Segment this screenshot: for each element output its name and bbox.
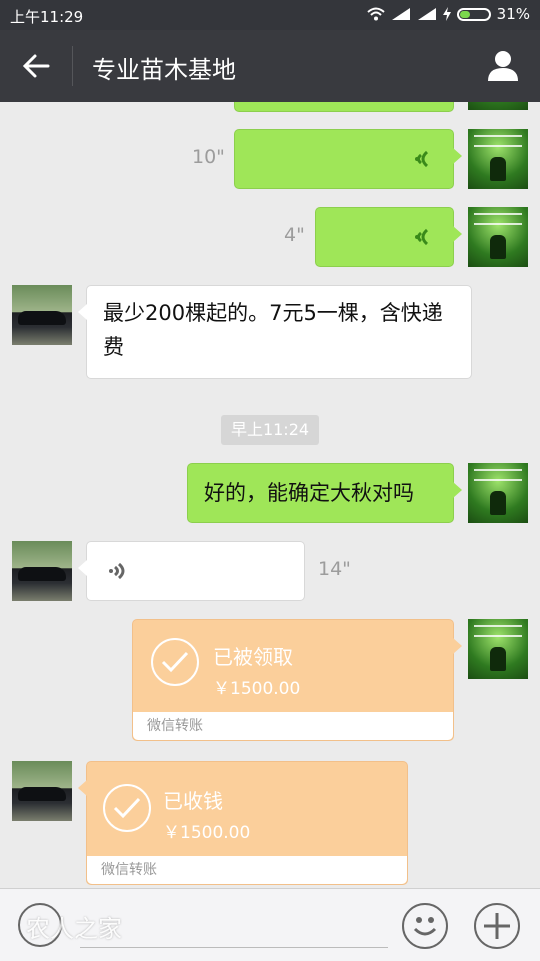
self-avatar[interactable] xyxy=(468,619,528,679)
message-text: 最少200棵起的。7元5一棵，含快递费 xyxy=(103,301,443,359)
voice-duration: 4" xyxy=(284,224,305,246)
received-transfer-card[interactable]: 已收钱 ￥1500.00 微信转账 xyxy=(78,761,408,885)
chat-area[interactable]: 10" 4" 最少200棵起的。7元5一棵，含快递费 早上11:24 好的，能确… xyxy=(0,102,540,888)
message-text: 好的，能确定大秋对吗 xyxy=(204,481,414,505)
transfer-body: 已收钱 ￥1500.00 xyxy=(87,762,407,854)
received-text-message[interactable]: 最少200棵起的。7元5一棵，含快递费 xyxy=(78,285,472,379)
message-timestamp: 早上11:24 xyxy=(221,415,319,445)
message-input[interactable] xyxy=(80,947,388,948)
sent-text-message[interactable]: 好的，能确定大秋对吗 xyxy=(187,463,462,523)
contact-avatar[interactable] xyxy=(12,285,72,345)
chat-header: 专业苗木基地 xyxy=(0,30,540,102)
self-avatar[interactable] xyxy=(468,129,528,189)
battery-percent: 31% xyxy=(496,5,530,23)
sent-transfer-card[interactable]: 已被领取 ￥1500.00 微信转账 xyxy=(132,619,462,741)
transfer-amount: ￥1500.00 xyxy=(163,823,251,843)
battery-icon xyxy=(456,7,491,21)
transfer-status: 已收钱 xyxy=(163,789,223,813)
transfer-label: 微信转账 xyxy=(87,856,407,884)
sent-voice-message[interactable] xyxy=(315,207,462,267)
transfer-amount: ￥1500.00 xyxy=(213,679,301,699)
voice-duration: 14" xyxy=(318,558,351,580)
sent-voice-message-partial[interactable] xyxy=(234,102,454,112)
back-arrow-icon[interactable] xyxy=(20,50,52,82)
status-bar: 上午11:29 31% xyxy=(0,0,540,30)
contact-avatar[interactable] xyxy=(12,761,72,821)
self-avatar[interactable] xyxy=(468,102,528,110)
status-time: 上午11:29 xyxy=(10,8,84,26)
plus-icon[interactable] xyxy=(474,903,520,949)
sent-voice-message[interactable] xyxy=(234,129,462,189)
check-icon xyxy=(151,638,199,686)
input-bar: 农人之家 xyxy=(0,888,540,961)
wifi-icon xyxy=(366,7,385,21)
voice-wave-icon xyxy=(109,562,125,580)
check-icon xyxy=(103,784,151,832)
contact-avatar[interactable] xyxy=(12,541,72,601)
received-voice-message[interactable] xyxy=(78,541,305,601)
voice-wave-icon xyxy=(415,228,429,246)
signal-icon xyxy=(417,8,436,20)
emoji-icon[interactable] xyxy=(402,903,448,949)
person-icon[interactable] xyxy=(486,48,520,82)
watermark: 农人之家 xyxy=(26,915,122,943)
header-divider xyxy=(72,46,73,86)
voice-duration: 10" xyxy=(192,146,225,168)
transfer-body: 已被领取 ￥1500.00 xyxy=(133,620,453,712)
transfer-label: 微信转账 xyxy=(133,712,453,740)
voice-wave-icon xyxy=(415,150,429,168)
self-avatar[interactable] xyxy=(468,463,528,523)
self-avatar[interactable] xyxy=(468,207,528,267)
status-icons: 31% xyxy=(366,5,530,23)
charging-icon xyxy=(442,7,451,21)
signal-icon xyxy=(391,8,410,20)
transfer-status: 已被领取 xyxy=(213,645,293,669)
chat-title: 专业苗木基地 xyxy=(92,56,236,84)
